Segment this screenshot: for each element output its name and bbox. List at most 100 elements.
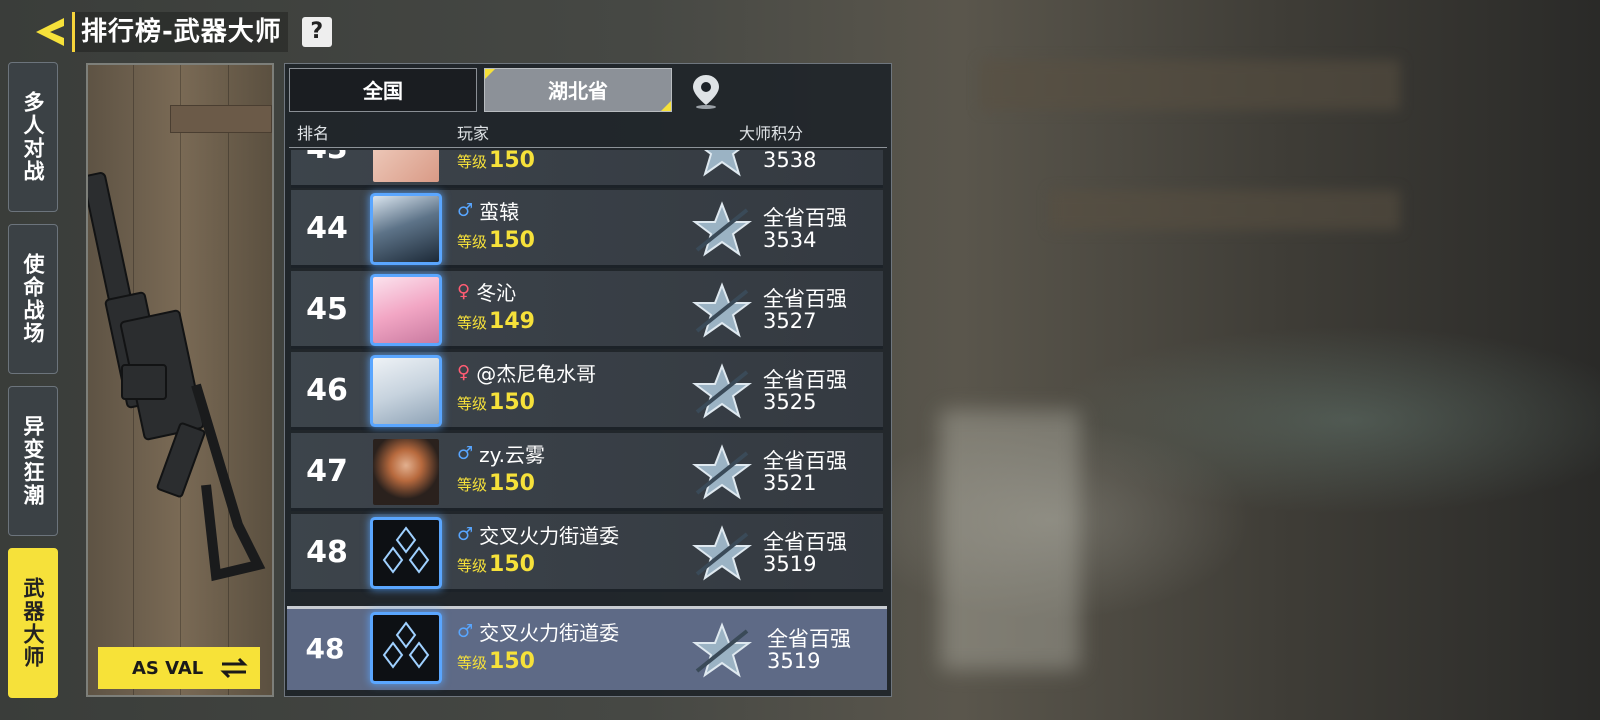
rifle-icon bbox=[88, 172, 266, 582]
tab-national[interactable]: 全国 bbox=[289, 68, 477, 112]
my-player-level: 等级 150 bbox=[457, 649, 535, 674]
side-tab-multiplayer[interactable]: 多人对战 bbox=[8, 62, 58, 212]
player-name-text: zy.云雾 bbox=[479, 443, 545, 467]
column-rank: 排名 bbox=[297, 124, 330, 143]
side-tab-weapon-master[interactable]: 武器大师 bbox=[8, 548, 58, 698]
rank-badge-icon bbox=[692, 622, 752, 678]
table-row[interactable]: 45 ♀ 冬沁 等级 149 全省百强 3527 bbox=[291, 271, 883, 349]
weapon-name: AS VAL bbox=[132, 657, 204, 679]
male-icon: ♂ bbox=[457, 443, 474, 464]
my-player-name: ♂ 交叉火力街道委 bbox=[457, 617, 619, 646]
player-level: 等级 150 bbox=[457, 228, 535, 253]
level-value: 150 bbox=[489, 471, 535, 496]
background-sandbag bbox=[940, 410, 1080, 670]
side-tab-zombies[interactable]: 异变狂潮 bbox=[8, 386, 58, 536]
female-icon: ♀ bbox=[457, 362, 471, 383]
table-row[interactable]: 46 ♀ @杰尼龟水哥 等级 150 全省百强 3525 bbox=[291, 352, 883, 430]
score-value: 3519 bbox=[763, 552, 817, 576]
player-name-text: @杰尼龟水哥 bbox=[476, 362, 597, 386]
my-avatar bbox=[373, 615, 439, 681]
level-label: 等级 bbox=[457, 395, 488, 413]
swap-arrows-icon bbox=[220, 657, 248, 679]
background-shelf bbox=[1050, 190, 1400, 230]
male-icon: ♂ bbox=[457, 524, 474, 545]
side-tab-label: 异变狂潮 bbox=[21, 415, 45, 507]
help-button[interactable]: ? bbox=[301, 17, 332, 47]
avatar bbox=[373, 150, 439, 182]
rank-badge-icon bbox=[692, 282, 752, 338]
rank-number: 43 bbox=[291, 150, 363, 188]
avatar bbox=[373, 277, 439, 343]
table-row[interactable]: 44 ♂ 蛮辕 等级 150 全省百强 3534 bbox=[291, 190, 883, 268]
table-row[interactable]: 47 ♂ zy.云雾 等级 150 全省百强 3521 bbox=[291, 433, 883, 511]
rank-badge-icon bbox=[703, 150, 741, 177]
rank-badge-icon bbox=[692, 444, 752, 500]
avatar bbox=[373, 196, 439, 262]
side-tab-battle-royale[interactable]: 使命战场 bbox=[8, 224, 58, 374]
level-value: 150 bbox=[489, 649, 535, 674]
player-name: ♂ zy.云雾 bbox=[457, 439, 545, 468]
level-label: 等级 bbox=[457, 233, 488, 251]
rank-number: 47 bbox=[306, 454, 348, 489]
map-pin-icon bbox=[693, 75, 719, 109]
player-level: 等级 150 bbox=[457, 552, 535, 577]
player-name-text: 蛮辕 bbox=[479, 200, 520, 224]
side-tab-label: 武器大师 bbox=[21, 577, 45, 669]
level-value: 150 bbox=[489, 228, 535, 253]
rank-number: 46 bbox=[306, 373, 348, 408]
leaderboard-list[interactable]: 43 等级150 3538 44 ♂蛮辕 等级150 全省百强 3534 45 … bbox=[291, 150, 883, 604]
diamond-emblem-icon bbox=[382, 526, 430, 574]
score-value: 3534 bbox=[763, 228, 817, 252]
player-name-text: 交叉火力街道委 bbox=[479, 524, 620, 548]
leaderboard-panel: 全国 湖北省 排名 玩家 大师积分 43 等级150 3538 44 ♂蛮辕 等… bbox=[284, 63, 892, 697]
background-shelf bbox=[980, 60, 1400, 110]
table-row[interactable]: 48 ♂ 交叉火力街道委 等级 150 全省百强 3519 bbox=[291, 514, 883, 592]
score-value: 3527 bbox=[763, 309, 817, 333]
rank-badge-icon bbox=[692, 201, 752, 257]
my-rank-row[interactable]: 48 ♂ 交叉火力街道委 等级 150 全省百强 3519 bbox=[287, 606, 887, 690]
header-divider bbox=[289, 147, 887, 148]
side-tab-label: 使命战场 bbox=[21, 253, 45, 345]
level-label: 等级 bbox=[457, 153, 488, 171]
female-icon: ♀ bbox=[457, 281, 471, 302]
player-name-text: 冬沁 bbox=[476, 281, 517, 305]
header: 排行榜-武器大师 ? bbox=[30, 10, 332, 54]
level-value: 150 bbox=[489, 390, 535, 415]
column-player: 玩家 bbox=[457, 124, 490, 143]
avatar bbox=[373, 439, 439, 505]
rank-number: 44 bbox=[306, 211, 348, 246]
rank-badge-icon bbox=[692, 525, 752, 581]
level-value: 149 bbox=[489, 309, 535, 334]
weapon-panel: AS VAL bbox=[86, 63, 274, 697]
level-value: 150 bbox=[489, 150, 535, 173]
level-label: 等级 bbox=[457, 314, 488, 332]
tab-province[interactable]: 湖北省 bbox=[484, 68, 672, 112]
side-tab-label: 多人对战 bbox=[21, 91, 45, 183]
back-button[interactable] bbox=[30, 12, 70, 52]
level-label: 等级 bbox=[457, 654, 488, 672]
score-value: 3538 bbox=[763, 150, 817, 172]
column-score: 大师积分 bbox=[739, 124, 804, 143]
level-value: 150 bbox=[489, 552, 535, 577]
avatar bbox=[373, 520, 439, 586]
diamond-emblem-icon bbox=[382, 621, 430, 669]
location-button[interactable] bbox=[689, 72, 723, 110]
level-label: 等级 bbox=[457, 476, 488, 494]
score-value: 3521 bbox=[763, 471, 817, 495]
player-level: 等级 149 bbox=[457, 309, 535, 334]
score-value: 3525 bbox=[763, 390, 817, 414]
back-arrow-icon bbox=[36, 18, 64, 46]
player-name: ♂ 交叉火力街道委 bbox=[457, 520, 619, 549]
level-label: 等级 bbox=[457, 557, 488, 575]
male-icon: ♂ bbox=[457, 200, 474, 221]
player-level: 等级 150 bbox=[457, 150, 535, 173]
player-name: ♀ @杰尼龟水哥 bbox=[457, 358, 596, 387]
table-row[interactable]: 43 等级150 3538 bbox=[291, 150, 883, 188]
male-icon: ♂ bbox=[457, 621, 474, 642]
rank-number: 45 bbox=[306, 292, 348, 327]
player-name-text: 交叉火力街道委 bbox=[479, 621, 620, 645]
rank-badge-icon bbox=[692, 363, 752, 419]
player-level: 等级 150 bbox=[457, 390, 535, 415]
weapon-select-button[interactable]: AS VAL bbox=[98, 647, 260, 689]
player-name: ♀ 冬沁 bbox=[457, 277, 516, 306]
